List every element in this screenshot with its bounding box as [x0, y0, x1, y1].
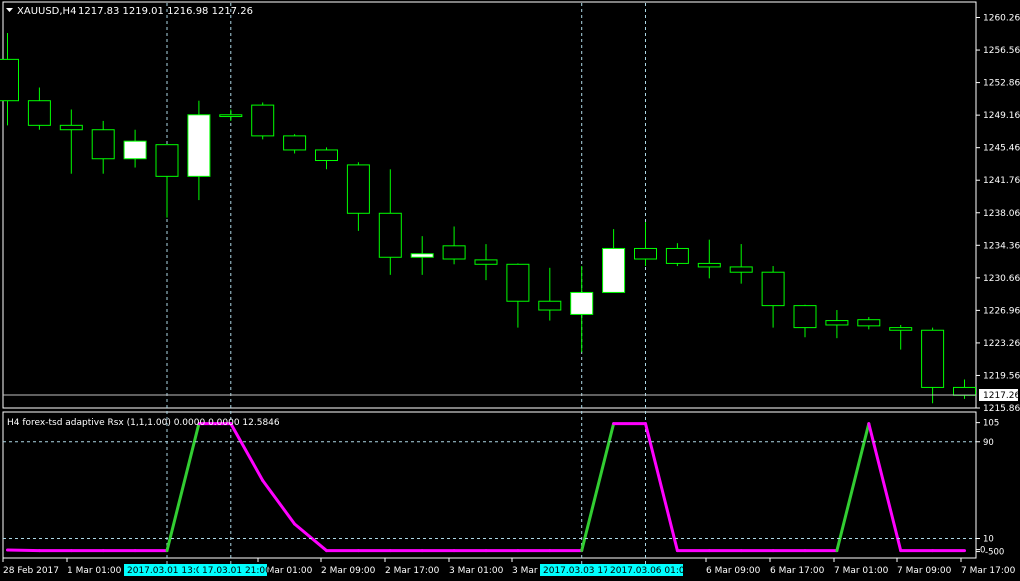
- time-tick-label: 7 Mar 01:00: [834, 566, 889, 576]
- candle-body: [602, 247, 626, 293]
- price-tick-label: 1249.16: [983, 111, 1020, 121]
- time-tick-label: 7 Mar 09:00: [897, 566, 952, 576]
- candle-body: [283, 135, 307, 151]
- rsx-line-segment: [644, 422, 679, 553]
- rsx-line-segment: [835, 422, 871, 553]
- dropdown-arrow-icon[interactable]: [6, 8, 13, 12]
- price-tick-label: 1256.56: [983, 46, 1020, 56]
- time-tick-label: 6 Mar 09:00: [706, 566, 761, 576]
- candle-body: [378, 212, 402, 258]
- rsx-line-segment: [6, 548, 41, 553]
- candle-body: [634, 247, 657, 260]
- indicator-tick-label: 90: [983, 438, 994, 448]
- candle-body: [825, 320, 849, 326]
- price-tick-label: 1223.26: [983, 339, 1020, 349]
- candle-body: [187, 114, 211, 177]
- candle-body: [442, 245, 466, 260]
- candle-body: [665, 247, 689, 264]
- trading-chart[interactable]: 1260.26 1256.56 1252.86 1249.16 1245.46 1241.…: [0, 0, 1020, 581]
- price-tick-label: 1219.56: [983, 371, 1020, 381]
- price-tick-label: 1234.36: [983, 241, 1020, 251]
- symbol-title: XAUUSD,H4: [17, 6, 76, 17]
- candle-body: [410, 253, 434, 258]
- candle-body: [123, 140, 147, 160]
- indicator-title: H4 forex-tsd adaptive Rsx (1,1,1.00) 0.0…: [7, 418, 280, 428]
- time-tick-label: 28 Feb 2017: [3, 566, 59, 576]
- candle-body: [506, 263, 530, 302]
- indicator-tick-label: -500: [985, 548, 1004, 558]
- candle-body: [346, 164, 370, 214]
- candle-body: [921, 329, 945, 388]
- price-tick-label: 1252.86: [983, 79, 1020, 89]
- indicator-tick-label: 10: [983, 534, 994, 544]
- candle-body: [251, 104, 275, 137]
- time-tick-label: 1 Mar 01:00: [67, 566, 122, 576]
- rsx-line-segment: [580, 422, 616, 553]
- candle-body: [0, 58, 19, 102]
- indicator-tick-label: 105: [983, 419, 999, 429]
- price-tick-label: 1260.26: [983, 14, 1020, 24]
- time-tick-label: 2 Mar 17:00: [385, 566, 440, 576]
- candle-body: [889, 327, 913, 331]
- rsx-line-segment: [165, 422, 201, 553]
- candle-body: [857, 319, 881, 327]
- candle-body: [155, 144, 179, 177]
- price-tick-label: 1226.96: [983, 306, 1020, 316]
- time-marker-label: 2017.03.03 17: [543, 566, 609, 576]
- ohlc-values: 1217.83 1219.01 1216.98 1217.26: [78, 6, 253, 17]
- price-pane[interactable]: [2, 1, 977, 409]
- price-tick-label: 1230.66: [983, 274, 1020, 284]
- indicator-pane[interactable]: [2, 411, 977, 559]
- candle-body: [538, 300, 562, 311]
- time-tick-label: 6 Mar 17:00: [770, 566, 825, 576]
- candle-body: [315, 149, 338, 162]
- candle-body: [953, 386, 976, 396]
- rsx-line-segment: [229, 422, 265, 482]
- rsx-line-segment: [293, 522, 328, 553]
- time-marker-label: 17.03.01 21:00: [202, 566, 271, 576]
- candle-body: [697, 262, 721, 268]
- time-tick-label: 3 Mar 01:00: [449, 566, 504, 576]
- price-tick-label: 1241.76: [983, 176, 1020, 186]
- candle-body: [91, 129, 115, 160]
- time-marker-label: 2017.03.01 13:00: [127, 566, 208, 576]
- time-tick-label: 7 Mar 17:00: [961, 566, 1016, 576]
- time-tick-label: 3 Mar: [512, 566, 538, 576]
- candle-body: [219, 114, 243, 118]
- price-tick-label: 1245.46: [983, 144, 1020, 154]
- candle-body: [474, 259, 498, 265]
- rsx-line-segment: [867, 422, 903, 553]
- rsx-line-segment: [261, 478, 297, 526]
- candle-body: [570, 291, 594, 315]
- candle-body: [59, 124, 83, 131]
- candle-body: [761, 271, 785, 307]
- candle-body: [27, 100, 51, 126]
- time-tick-label: 2 Mar 09:00: [321, 566, 376, 576]
- current-price-label: 1217.26: [983, 391, 1020, 401]
- price-tick-label: 1238.06: [983, 209, 1020, 219]
- candle-body: [729, 266, 753, 273]
- candle-body: [793, 305, 817, 329]
- time-marker-label: 2017.03.06 01:00: [610, 566, 691, 576]
- price-tick-label: 1215.86: [983, 404, 1020, 414]
